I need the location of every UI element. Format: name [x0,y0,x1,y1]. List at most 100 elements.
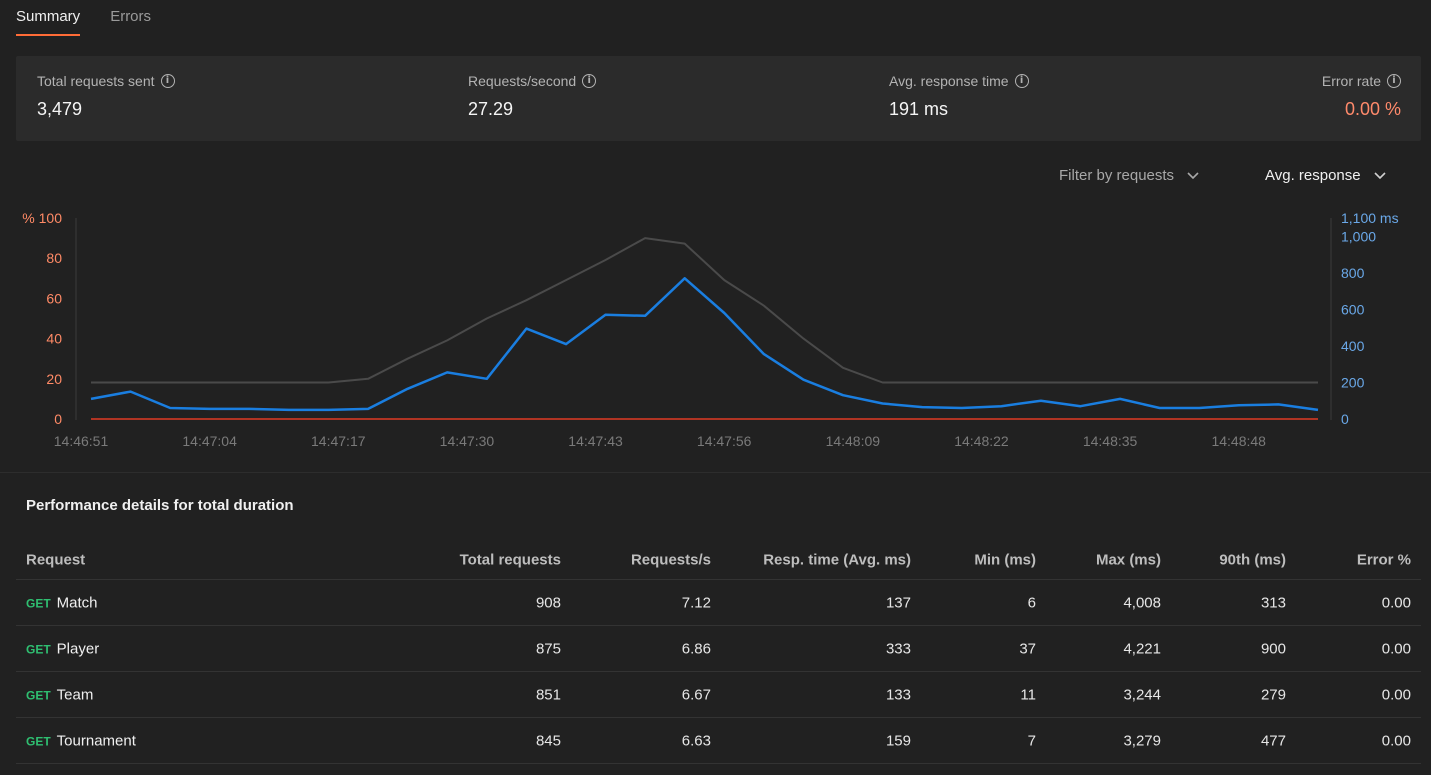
x-axis-tick: 14:47:43 [568,433,623,449]
cell-rps: 6.63 [681,732,711,749]
stat-error-rate: Error rate i 0.00 % [1322,73,1401,120]
request-name: Team [56,686,94,703]
filter-requests-dropdown[interactable]: Filter by requests [1059,166,1202,184]
stat-error-rate-value: 0.00 % [1344,99,1401,119]
cell-rps: 7.12 [681,594,711,611]
x-axis-tick: 14:47:56 [697,433,752,449]
header-resp-time[interactable]: Resp. time (Avg. ms) [763,551,911,568]
table-row[interactable]: GET Team 851 6.67 133 11 3,244 279 0.00 [16,672,1421,718]
header-p90[interactable]: 90th (ms) [1219,551,1286,568]
cell-total: 875 [535,640,561,657]
cell-err: 0.00 [1381,732,1411,749]
tab-bar: Summary Errors [16,0,181,36]
chevron-down-icon [1374,172,1386,180]
header-total-requests[interactable]: Total requests [460,551,561,568]
stat-rps-value: 27.29 [468,99,514,119]
cell-max: 4,221 [1123,640,1161,657]
filter-requests-label: Filter by requests [1059,166,1175,184]
request-cell: GET Player [26,640,99,657]
table-row[interactable]: GET Match 908 7.12 137 6 4,008 313 0.00 [16,580,1421,626]
request-cell: GET Tournament [26,732,136,749]
request-cell: GET Match [26,594,98,611]
stat-total-requests: Total requests sent i 3,479 [37,73,175,120]
cell-min: 11 [1020,686,1036,703]
stat-avg-response-value: 191 ms [889,99,949,119]
cell-p90: 900 [1260,640,1286,657]
cell-min: 7 [1027,732,1036,749]
stat-avg-response-label: Avg. response time [889,73,1009,89]
metric-dropdown[interactable]: Avg. response [1265,166,1389,184]
header-max[interactable]: Max (ms) [1096,551,1161,568]
right-axis-tick: 400 [1341,338,1365,354]
table-row[interactable]: GET Tournament 845 6.63 159 7 3,279 477 0.00 [16,718,1421,764]
cell-max: 3,244 [1123,686,1161,703]
tab-summary[interactable]: Summary [16,0,81,36]
request-name: Player [56,640,100,657]
cell-p90: 313 [1260,594,1286,611]
header-request[interactable]: Request [26,551,85,568]
info-icon[interactable]: i [160,74,175,88]
table-row[interactable]: GET Player 875 6.86 333 37 4,221 900 0.00 [16,626,1421,672]
left-axis-tick: 0 [54,411,62,427]
http-method-badge: GET [26,596,51,610]
cell-total: 908 [535,594,561,611]
x-axis-tick: 14:48:35 [1083,433,1138,449]
cell-total: 845 [535,732,561,749]
right-axis-tick: 0 [1341,411,1349,427]
http-method-badge: GET [26,734,51,748]
cell-avg: 133 [885,686,911,703]
info-icon[interactable]: i [1387,74,1401,88]
cell-p90: 279 [1260,686,1286,703]
cell-avg: 333 [885,640,911,657]
metric-dropdown-label: Avg. response [1265,166,1361,184]
performance-title: Performance details for total duration [26,497,294,514]
cell-err: 0.00 [1381,640,1411,657]
info-icon[interactable]: i [1014,74,1029,88]
header-requests-per-second[interactable]: Requests/s [631,551,711,568]
cell-min: 37 [1019,640,1036,657]
left-axis-tick: % 100 [22,210,62,226]
x-axis-tick: 14:48:22 [954,433,1009,449]
request-name: Match [56,594,98,611]
summary-stats-panel: Total requests sent i 3,479 Requests/seco… [16,56,1421,141]
performance-table: Request Total requests Requests/s Resp. … [16,540,1421,764]
right-axis-tick: 600 [1341,301,1365,317]
info-icon[interactable]: i [582,74,597,88]
cell-err: 0.00 [1381,594,1411,611]
cell-avg: 137 [885,594,911,611]
series-line-1 [90,277,1319,412]
tab-errors[interactable]: Errors [110,0,151,36]
right-axis-tick: 800 [1341,265,1365,281]
request-name: Tournament [56,732,136,749]
cell-min: 6 [1027,594,1036,611]
chevron-down-icon [1187,172,1199,180]
left-axis-tick: 20 [46,371,62,387]
right-axis-tick: 200 [1341,374,1365,390]
left-axis-tick: 40 [46,331,62,347]
x-axis-tick: 14:46:51 [54,433,109,449]
stat-avg-response-time: Avg. response time i 191 ms [889,73,1029,120]
x-axis-tick: 14:47:04 [182,433,237,449]
section-divider [0,472,1431,473]
stat-total-requests-value: 3,479 [37,99,83,119]
cell-rps: 6.67 [681,686,711,703]
http-method-badge: GET [26,688,51,702]
stat-error-rate-label: Error rate [1321,73,1381,89]
series-line-0 [91,237,1318,384]
right-axis-tick: 1,100 ms [1341,210,1399,226]
cell-max: 3,279 [1123,732,1161,749]
stat-rps-label: Requests/second [468,73,577,89]
left-axis-tick: 80 [46,250,62,266]
cell-err: 0.00 [1381,686,1411,703]
cell-max: 4,008 [1123,594,1161,611]
performance-chart: % 100806040200 1,100 ms1,000800600400200… [22,210,1399,449]
header-error[interactable]: Error % [1357,551,1411,568]
x-axis-tick: 14:48:09 [826,433,881,449]
cell-avg: 159 [885,732,911,749]
stat-total-requests-label: Total requests sent [37,73,155,89]
left-axis-tick: 60 [46,290,62,306]
cell-total: 851 [535,686,561,703]
cell-rps: 6.86 [681,640,711,657]
header-min[interactable]: Min (ms) [974,551,1036,568]
x-axis-tick: 14:47:17 [311,433,366,449]
